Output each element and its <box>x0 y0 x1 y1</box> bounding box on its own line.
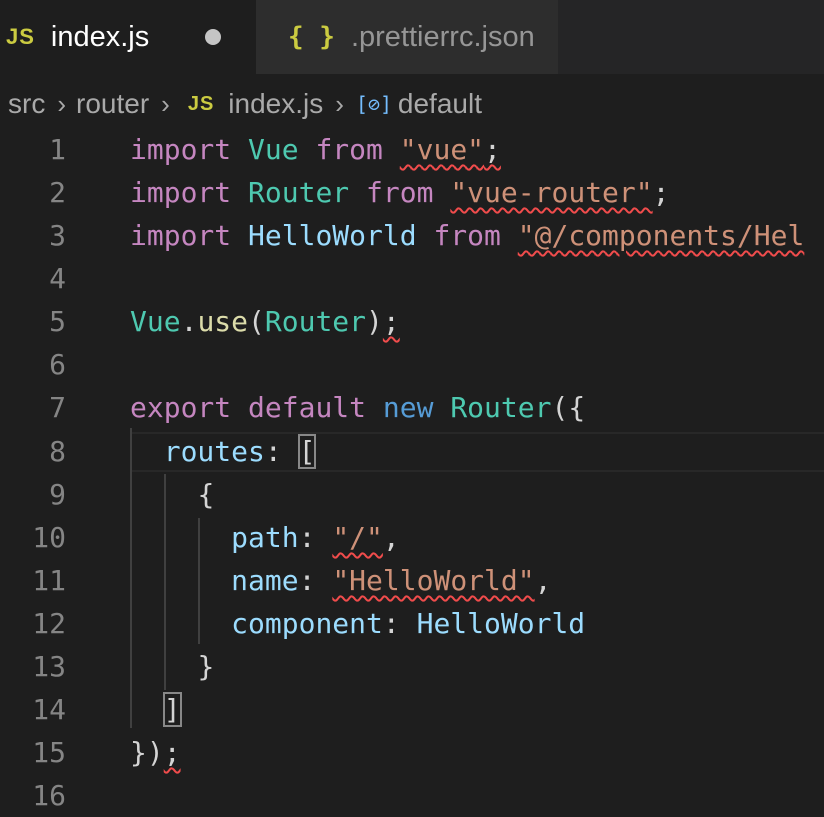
code-text: routes: [ <box>163 434 317 469</box>
code-text: component: HelloWorld <box>231 607 586 640</box>
breadcrumb-file[interactable]: index.js <box>228 88 323 120</box>
code-text: } <box>197 650 215 683</box>
symbol-variable-icon: [⊘] <box>355 92 393 116</box>
javascript-file-icon: JS <box>187 92 215 115</box>
line-number: 5 <box>49 305 66 338</box>
tab-label: .prettierrc.json <box>350 20 535 53</box>
tab-label: index.js <box>50 20 150 53</box>
code-line: 13 } <box>0 645 824 688</box>
code-text: { <box>197 478 215 511</box>
code-line: 14 ] <box>0 688 824 731</box>
line-number: 11 <box>32 564 66 597</box>
line-number: 14 <box>32 693 66 726</box>
code-line: 5 Vue.use(Router); <box>0 300 824 343</box>
line-number: 8 <box>49 435 66 468</box>
code-line: 6 <box>0 343 824 386</box>
code-text: export default new Router({ <box>130 391 586 424</box>
code-line: 7 export default new Router({ <box>0 386 824 429</box>
code-line: 8 routes: [ <box>0 430 824 473</box>
breadcrumb-src[interactable]: src <box>8 88 45 120</box>
line-number: 10 <box>32 521 66 554</box>
code-line: 11 name: "HelloWorld", <box>0 559 824 602</box>
line-number: 7 <box>49 391 66 424</box>
chevron-right-icon: › <box>335 88 344 119</box>
code-line: 12 component: HelloWorld <box>0 602 824 645</box>
line-number: 1 <box>49 133 66 166</box>
unsaved-dot-icon[interactable] <box>205 29 222 45</box>
line-number: 4 <box>49 262 66 295</box>
code-text: import Router from "vue-router"; <box>130 176 670 209</box>
code-text: import Vue from "vue"; <box>130 133 501 166</box>
breadcrumb-symbol[interactable]: default <box>398 88 482 120</box>
code-line: 10 path: "/", <box>0 516 824 559</box>
code-text: path: "/", <box>231 521 400 554</box>
code-line: 1 import Vue from "vue"; <box>0 128 824 171</box>
json-file-icon: { } <box>288 22 335 52</box>
chevron-right-icon: › <box>161 88 170 119</box>
matched-bracket: [ <box>297 434 317 469</box>
line-number: 3 <box>49 219 66 252</box>
code-line: 15 }); <box>0 731 824 774</box>
javascript-file-icon: JS <box>6 24 35 49</box>
code-line: 9 { <box>0 473 824 516</box>
line-number: 6 <box>49 348 66 381</box>
breadcrumb: src › router › JS index.js › [⊘] default <box>0 78 824 130</box>
tab-bar: JS index.js { } .prettierrc.json <box>0 0 824 74</box>
code-editor[interactable]: 1 import Vue from "vue"; 2 import Router… <box>0 128 824 812</box>
line-number: 9 <box>49 478 66 511</box>
code-text: Vue.use(Router); <box>130 305 400 338</box>
tab-index-js[interactable]: JS index.js <box>0 0 256 74</box>
code-text: name: "HelloWorld", <box>231 564 552 597</box>
code-line: 2 import Router from "vue-router"; <box>0 171 824 214</box>
tab-prettierrc-json[interactable]: { } .prettierrc.json <box>256 0 558 74</box>
code-line: 3 import HelloWorld from "@/components/H… <box>0 214 824 257</box>
breadcrumb-router[interactable]: router <box>76 88 149 120</box>
code-text: import HelloWorld from "@/components/Hel <box>130 219 805 252</box>
code-line: 16 <box>0 774 824 817</box>
line-number: 12 <box>32 607 66 640</box>
matched-bracket: ] <box>162 692 182 727</box>
line-number: 15 <box>32 736 66 769</box>
code-text: }); <box>130 736 181 769</box>
line-number: 13 <box>32 650 66 683</box>
line-number: 2 <box>49 176 66 209</box>
code-text: ] <box>130 692 182 727</box>
chevron-right-icon: › <box>57 88 66 119</box>
line-number: 16 <box>32 779 66 812</box>
code-line: 4 <box>0 257 824 300</box>
